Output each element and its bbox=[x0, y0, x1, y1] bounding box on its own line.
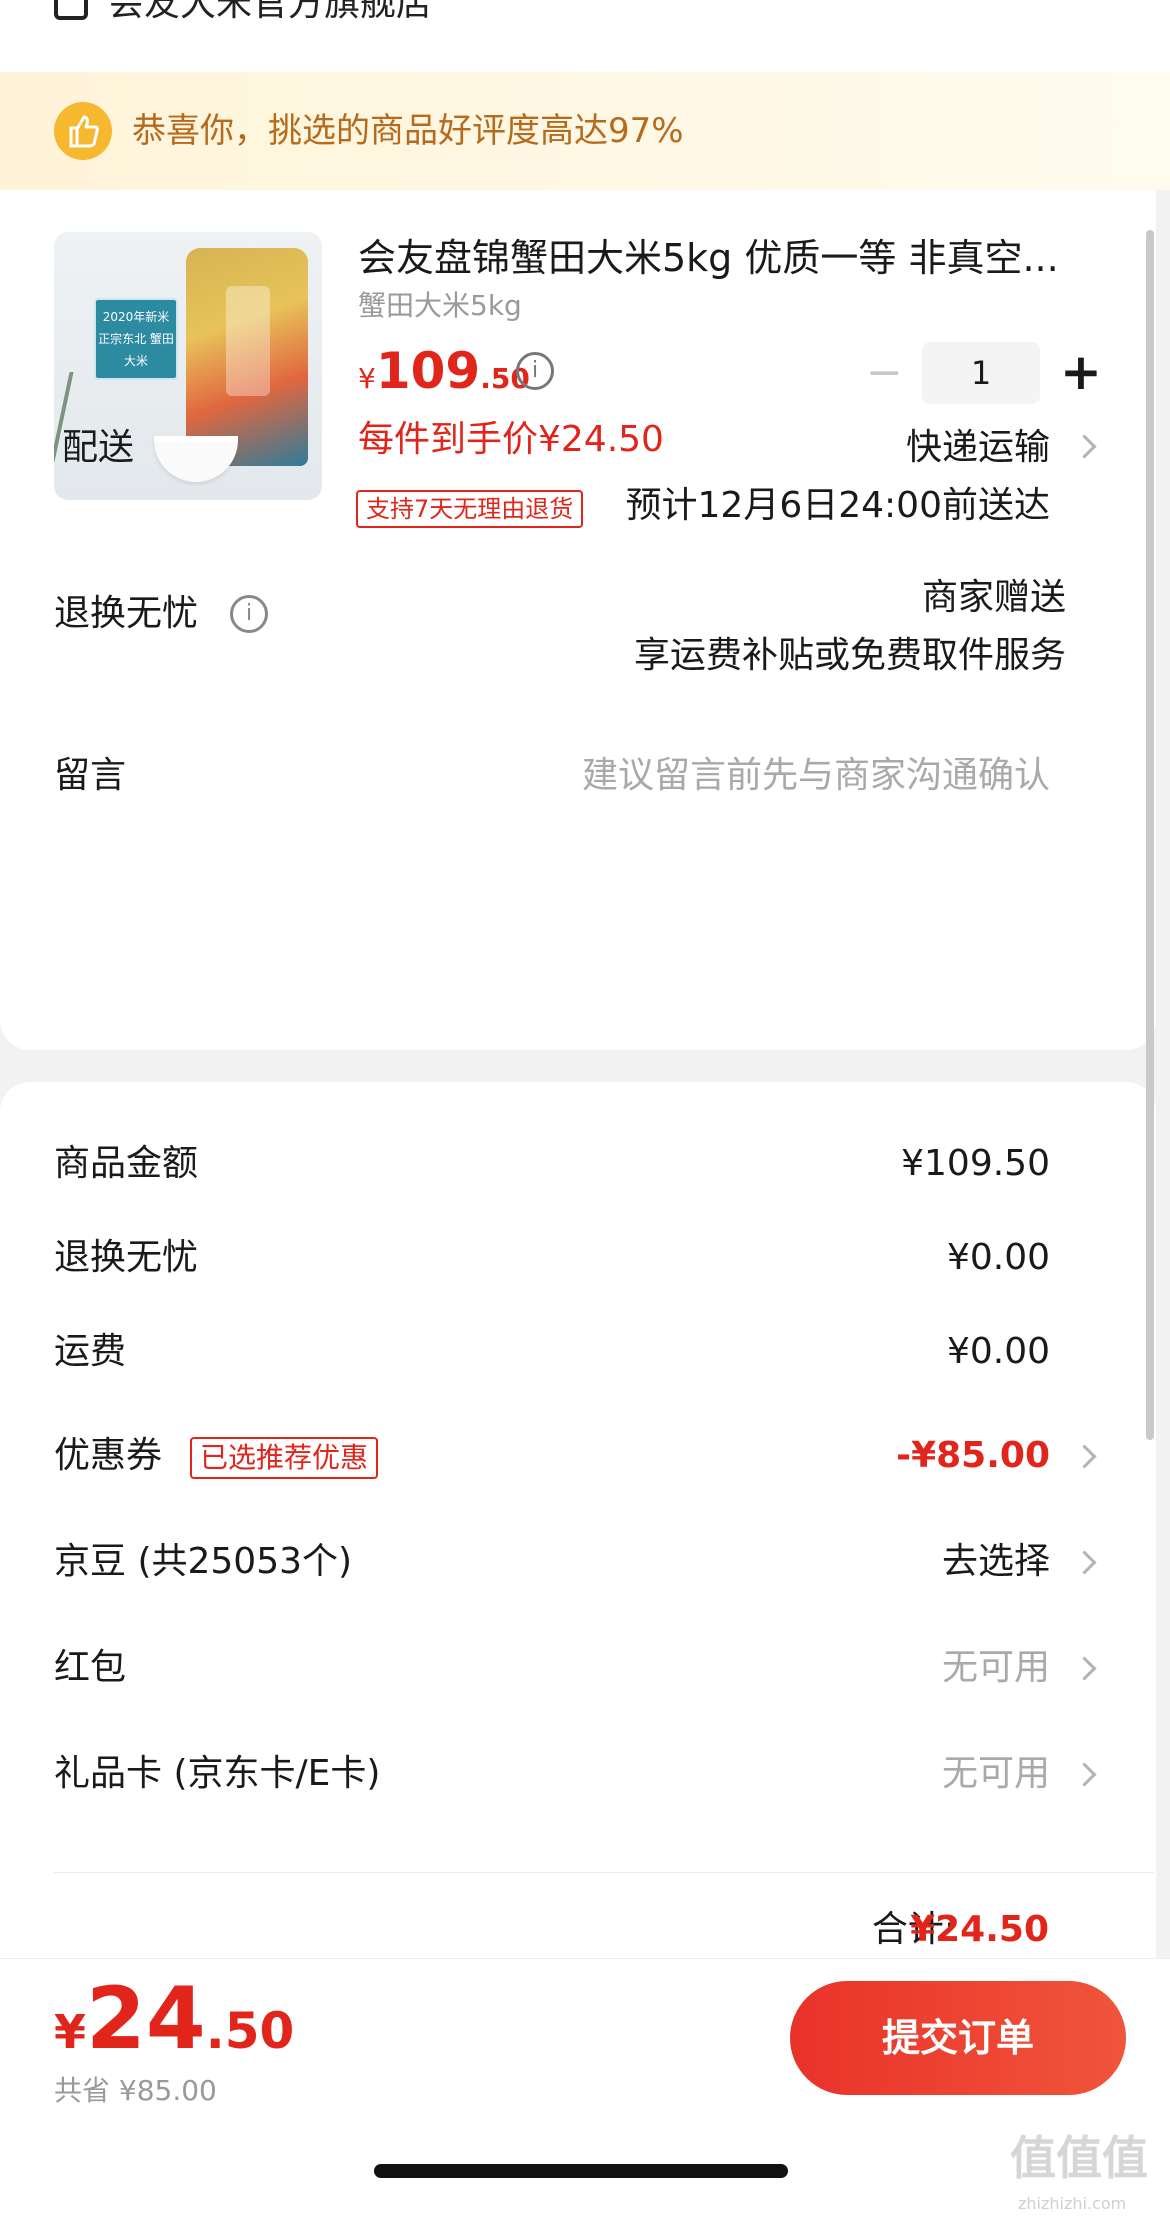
red-packet-chevron-icon[interactable] bbox=[1072, 1656, 1097, 1681]
watermark-logo: 值值值 bbox=[1010, 2131, 1148, 2185]
price-integer: 109 bbox=[375, 342, 481, 400]
worry-free-value: 商家赠送 bbox=[921, 577, 1066, 618]
coupon-recommended-tag: 已选推荐优惠 bbox=[190, 1437, 379, 1479]
quantity-increase-button[interactable]: + bbox=[1058, 347, 1104, 397]
message-input[interactable]: 建议留言前先与商家沟通确认 bbox=[582, 750, 1050, 802]
price-currency: ¥ bbox=[358, 362, 376, 395]
freight-label: 运费 bbox=[54, 1331, 127, 1372]
page-scrollbar[interactable] bbox=[1146, 230, 1154, 1440]
message-label: 留言 bbox=[54, 755, 127, 796]
store-icon bbox=[54, 0, 88, 20]
goods-amount-value: ¥109.50 bbox=[901, 1143, 1050, 1184]
coupon-chevron-icon[interactable] bbox=[1072, 1444, 1097, 1469]
coupon-label: 优惠券 bbox=[54, 1435, 163, 1476]
store-name[interactable]: 会友大米官方旗舰店 bbox=[108, 0, 432, 30]
product-image-label: 2020年新米 正宗东北 蟹田大米 bbox=[94, 298, 178, 380]
pay-decimal: .50 bbox=[205, 2002, 295, 2060]
goods-amount-label: 商品金额 bbox=[54, 1143, 199, 1184]
rice-bag-graphic bbox=[186, 248, 308, 466]
red-packet-label: 红包 bbox=[54, 1647, 127, 1688]
each-price: 每件到手价¥24.50 bbox=[358, 419, 664, 460]
return-policy-tag: 支持7天无理由退货 bbox=[356, 490, 584, 528]
home-indicator[interactable] bbox=[374, 2164, 788, 2178]
rating-banner: 恭喜你，挑选的商品好评度高达97% bbox=[0, 72, 1170, 190]
price-info-icon[interactable]: i bbox=[516, 352, 554, 390]
gift-card-label: 礼品卡 (京东卡/E卡) bbox=[54, 1753, 381, 1794]
delivery-method[interactable]: 快递运输 bbox=[906, 422, 1050, 474]
gift-card-value[interactable]: 无可用 bbox=[942, 1748, 1050, 1800]
watermark-url: zhizhizhi.com bbox=[1018, 2194, 1127, 2213]
worry-free-label: 退换无忧 bbox=[54, 593, 199, 634]
worry-fee-value: ¥0.00 bbox=[946, 1237, 1050, 1278]
worry-fee-label: 退换无忧 bbox=[54, 1237, 199, 1278]
gift-card-chevron-icon[interactable] bbox=[1072, 1762, 1097, 1787]
summary-divider bbox=[54, 1872, 1154, 1873]
submit-order-button[interactable]: 提交订单 bbox=[790, 1981, 1126, 2095]
worry-free-desc: 享运费补贴或免费取件服务 bbox=[633, 635, 1066, 676]
quantity-decrease-button[interactable]: − bbox=[866, 351, 903, 395]
delivery-chevron-icon[interactable] bbox=[1072, 434, 1097, 459]
red-packet-value[interactable]: 无可用 bbox=[942, 1642, 1050, 1694]
freight-value: ¥0.00 bbox=[946, 1331, 1050, 1372]
jingdou-select[interactable]: 去选择 bbox=[942, 1536, 1050, 1588]
product-spec[interactable]: 蟹田大米5kg bbox=[358, 286, 522, 326]
worry-free-info-icon[interactable]: i bbox=[230, 595, 268, 633]
order-summary-card: 商品金额 ¥109.50 退换无忧 ¥0.00 运费 ¥0.00 优惠券 已选推… bbox=[0, 1082, 1156, 2002]
quantity-field[interactable]: 1 bbox=[922, 342, 1040, 404]
rating-text: 恭喜你，挑选的商品好评度高达97% bbox=[132, 111, 684, 151]
store-header[interactable]: 会友大米官方旗舰店 bbox=[0, 0, 1170, 72]
delivery-label: 配送 bbox=[62, 427, 135, 468]
pay-integer: 24 bbox=[86, 1969, 206, 2069]
coupon-value[interactable]: -¥85.00 bbox=[896, 1430, 1050, 1482]
product-card: 2020年新米 正宗东北 蟹田大米 会友盘锦蟹田大米5kg 优质一等 非真空..… bbox=[0, 190, 1156, 1050]
delivery-eta: 预计12月6日24:00前送达 bbox=[625, 485, 1050, 526]
jingdou-label: 京豆 (共25053个) bbox=[54, 1541, 353, 1582]
rice-bowl-graphic bbox=[154, 436, 238, 482]
saved-amount: 共省 ¥85.00 bbox=[54, 2074, 217, 2107]
pay-currency: ¥ bbox=[54, 2005, 87, 2059]
total-value: ¥24.50 bbox=[910, 1909, 1049, 1950]
rice-bag-title-panel bbox=[226, 286, 270, 396]
jingdou-chevron-icon[interactable] bbox=[1072, 1550, 1097, 1575]
checkout-bar: ¥24.50 共省 ¥85.00 提交订单 bbox=[0, 1958, 1170, 2227]
product-title[interactable]: 会友盘锦蟹田大米5kg 优质一等 非真空... bbox=[358, 230, 1088, 286]
pay-amount: ¥24.50 bbox=[54, 1969, 294, 2069]
product-price: ¥109.50 bbox=[358, 342, 530, 412]
thumbs-up-icon bbox=[54, 102, 112, 160]
